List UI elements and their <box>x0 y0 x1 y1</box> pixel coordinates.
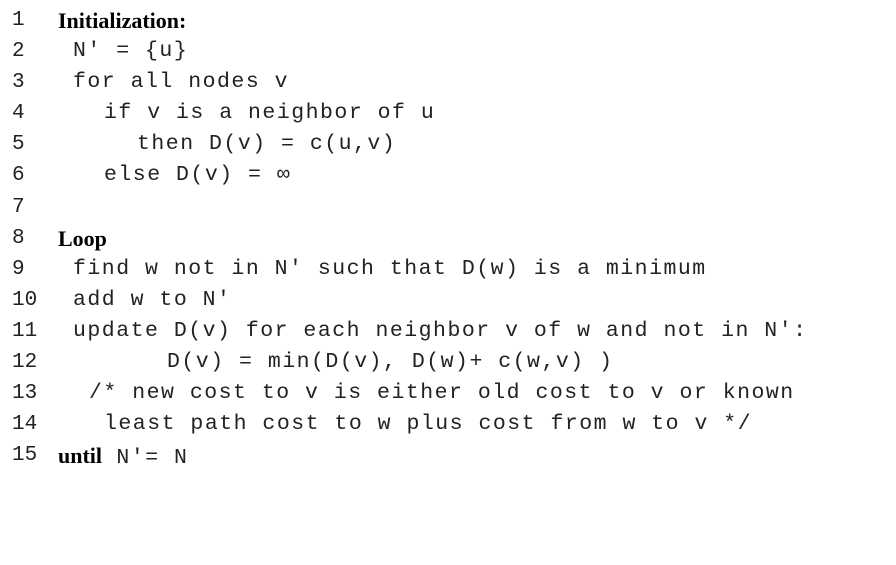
code-text: update D(v) for each neighbor v of w and… <box>73 318 808 343</box>
line-number: 14 <box>12 413 38 437</box>
code-line-13: 13 /* new cost to v is either old cost t… <box>0 378 896 409</box>
code-text: Loop <box>58 223 107 257</box>
line-number: 6 <box>12 164 25 188</box>
line-number: 1 <box>12 9 25 32</box>
line-number: 4 <box>12 102 25 126</box>
code-line-6: 6 else D(v) = ∞ <box>0 160 896 191</box>
line-number: 13 <box>12 382 38 406</box>
code-text: until N′= N <box>58 440 188 474</box>
code-comment: least path cost to w plus cost from w to… <box>104 412 753 437</box>
code-text: for all nodes v <box>73 70 290 95</box>
keyword-initialization: Initialization: <box>58 8 187 33</box>
code-line-3: 3 for all nodes v <box>0 67 896 98</box>
line-number: 11 <box>12 319 38 343</box>
line-number: 5 <box>12 133 25 157</box>
until-condition: N′= N <box>102 446 189 471</box>
code-line-14: 14 least path cost to w plus cost from w… <box>0 409 896 440</box>
code-text: find w not in N′ such that D(w) is a min… <box>73 256 707 281</box>
code-line-1: 1 Initialization: <box>0 5 896 36</box>
code-text: Initialization: <box>58 5 186 39</box>
code-text: then D(v) = c(u,v) <box>137 132 397 157</box>
code-text: else D(v) = ∞ <box>104 163 292 188</box>
line-number: 9 <box>12 257 25 281</box>
code-line-11: 11 update D(v) for each neighbor v of w … <box>0 316 896 347</box>
algorithm-listing: 1 Initialization: 2 N′ = {u} 3 for all n… <box>0 5 896 471</box>
code-line-5: 5 then D(v) = c(u,v) <box>0 129 896 160</box>
line-number: 15 <box>12 444 38 468</box>
line-number: 10 <box>12 288 38 312</box>
code-text: if v is a neighbor of u <box>104 101 436 126</box>
code-text: add w to N′ <box>73 287 232 312</box>
code-line-12: 12 D(v) = min(D(v), D(w)+ c(w,v) ) <box>0 347 896 378</box>
code-line-2: 2 N′ = {u} <box>0 36 896 67</box>
code-comment: /* new cost to v is either old cost to v… <box>89 381 795 406</box>
code-line-8: 8 Loop <box>0 223 896 254</box>
line-number: 7 <box>12 195 25 219</box>
code-line-15: 15 until N′= N <box>0 440 896 471</box>
line-number: 8 <box>12 226 25 250</box>
code-line-9: 9 find w not in N′ such that D(w) is a m… <box>0 254 896 285</box>
keyword-until: until <box>58 443 103 469</box>
code-line-7: 7 <box>0 192 896 223</box>
code-line-4: 4 if v is a neighbor of u <box>0 98 896 129</box>
code-text: N′ = {u} <box>73 39 189 64</box>
code-text: D(v) = min(D(v), D(w)+ c(w,v) ) <box>167 350 614 375</box>
keyword-loop: Loop <box>58 225 107 251</box>
line-number: 12 <box>12 351 38 375</box>
code-line-10: 10 add w to N′ <box>0 285 896 316</box>
line-number: 2 <box>12 40 25 64</box>
line-number: 3 <box>12 71 25 95</box>
